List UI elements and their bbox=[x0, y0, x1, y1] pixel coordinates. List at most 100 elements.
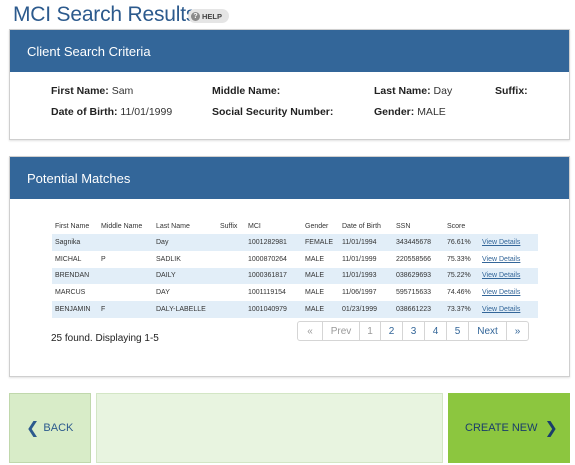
column-header[interactable]: Date of Birth bbox=[339, 218, 393, 234]
view-details-cell: View Details bbox=[479, 301, 538, 318]
last-name-cell: DAILY bbox=[153, 267, 217, 285]
ssn-cell: 343445678 bbox=[393, 234, 444, 251]
gender-label: Gender: bbox=[374, 106, 415, 118]
mci-cell: 1001282981 bbox=[245, 234, 302, 251]
ssn-cell: 038629693 bbox=[393, 267, 444, 285]
help-button[interactable]: ? HELP bbox=[188, 9, 229, 23]
column-header[interactable]: Gender bbox=[302, 218, 339, 234]
column-header[interactable]: Middle Name bbox=[98, 218, 153, 234]
column-header[interactable]: Suffix bbox=[217, 218, 245, 234]
suffix-label: Suffix: bbox=[495, 85, 528, 97]
view-details-link[interactable]: View Details bbox=[482, 289, 520, 296]
gender-cell: FEMALE bbox=[302, 234, 339, 251]
mci-cell: 1001040979 bbox=[245, 301, 302, 318]
column-header[interactable]: First Name bbox=[52, 218, 98, 234]
column-header bbox=[479, 218, 538, 234]
footer-spacer bbox=[96, 393, 443, 463]
suffix-cell bbox=[217, 234, 245, 251]
page-title: MCI Search Results bbox=[13, 3, 197, 26]
view-details-cell: View Details bbox=[479, 251, 538, 268]
view-details-link[interactable]: View Details bbox=[482, 306, 520, 313]
chevron-left-icon: ❮ bbox=[26, 420, 40, 437]
score-cell: 74.46% bbox=[447, 289, 471, 297]
view-details-link[interactable]: View Details bbox=[482, 256, 520, 263]
middle-name-field: Middle Name: bbox=[212, 85, 280, 97]
create-new-button-label: CREATE NEW bbox=[465, 422, 538, 434]
suffix-field: Suffix: bbox=[495, 85, 528, 97]
middle-name-label: Middle Name: bbox=[212, 85, 281, 97]
dob-cell: 11/01/1999 bbox=[342, 255, 377, 263]
page-5-button[interactable]: 5 bbox=[446, 322, 468, 340]
score-cell: 75.22% bbox=[444, 267, 479, 285]
client-search-criteria-panel: Client Search Criteria First Name: Sam M… bbox=[9, 29, 570, 140]
matches-panel-title: Potential Matches bbox=[10, 157, 569, 199]
gender-field: Gender: MALE bbox=[374, 106, 446, 118]
first-name-cell: Sagnika bbox=[52, 234, 98, 251]
column-header[interactable]: Score bbox=[444, 218, 479, 234]
last-name-field: Last Name: Day bbox=[374, 85, 452, 97]
pagination: « Prev 1 2 3 4 5 Next » bbox=[297, 321, 529, 341]
gender-cell: MALE bbox=[302, 267, 339, 285]
mci-cell: 1000870264 bbox=[248, 255, 287, 263]
create-new-button[interactable]: CREATE NEW ❯ bbox=[448, 393, 570, 463]
page-2-button[interactable]: 2 bbox=[380, 322, 402, 340]
first-name-cell: MICHAL bbox=[55, 255, 82, 263]
table-header-row: First Name Middle Name Last Name Suffix … bbox=[52, 218, 538, 234]
middle-name-cell bbox=[98, 234, 153, 251]
gender-cell: MALE bbox=[305, 255, 325, 263]
view-details-cell: View Details bbox=[479, 267, 538, 285]
suffix-cell bbox=[217, 267, 245, 285]
page-4-button[interactable]: 4 bbox=[424, 322, 446, 340]
last-name-cell: Day bbox=[153, 234, 217, 251]
middle-name-cell bbox=[98, 284, 153, 301]
chevron-right-icon: ❯ bbox=[544, 420, 558, 437]
mci-cell: 1000361817 bbox=[245, 267, 302, 285]
column-header[interactable]: Last Name bbox=[153, 218, 217, 234]
last-name-cell: DAY bbox=[156, 289, 170, 297]
view-details-cell: View Details bbox=[479, 234, 538, 251]
ssn-cell: 595715633 bbox=[396, 289, 432, 297]
view-details-cell: View Details bbox=[479, 284, 538, 301]
first-name-cell: BRENDAN bbox=[52, 267, 98, 285]
prev-page-button[interactable]: Prev bbox=[322, 322, 359, 340]
dob-field: Date of Birth: 11/01/1999 bbox=[51, 106, 172, 118]
page-1-button[interactable]: 1 bbox=[359, 322, 380, 340]
gender-cell: MALE bbox=[305, 289, 325, 297]
table-row: Sagnika Day 1001282981 FEMALE 11/01/1994… bbox=[52, 234, 538, 251]
next-page-button[interactable]: Next bbox=[468, 322, 506, 340]
first-name-cell: MARCUS bbox=[55, 289, 86, 297]
gender-value: MALE bbox=[417, 106, 446, 118]
table-row: MARCUS DAY 1001119154 MALE 11/06/1997 59… bbox=[52, 284, 538, 301]
suffix-cell bbox=[217, 251, 245, 268]
score-cell: 75.33% bbox=[447, 255, 471, 263]
table-row: BENJAMIN F DALY-LABELLE 1001040979 MALE … bbox=[52, 301, 538, 318]
last-page-button[interactable]: » bbox=[506, 322, 528, 340]
score-cell: 73.37% bbox=[444, 301, 479, 318]
dob-cell: 11/01/1993 bbox=[339, 267, 393, 285]
first-name-value: Sam bbox=[111, 85, 134, 97]
first-name-label: First Name: bbox=[51, 85, 109, 97]
suffix-cell bbox=[217, 284, 245, 301]
first-name-field: First Name: Sam bbox=[51, 85, 133, 97]
column-header[interactable]: MCI bbox=[245, 218, 302, 234]
last-name-value: Day bbox=[433, 85, 453, 97]
dob-label: Date of Birth: bbox=[51, 106, 118, 118]
last-name-cell: SADLIK bbox=[156, 255, 181, 263]
criteria-panel-title: Client Search Criteria bbox=[10, 30, 569, 72]
help-icon: ? bbox=[191, 11, 200, 21]
mci-cell: 1001119154 bbox=[248, 289, 286, 297]
view-details-link[interactable]: View Details bbox=[482, 272, 520, 279]
help-label: HELP bbox=[202, 11, 223, 21]
back-button-label: BACK bbox=[43, 422, 74, 434]
page-3-button[interactable]: 3 bbox=[402, 322, 424, 340]
back-button[interactable]: ❮ BACK bbox=[9, 393, 91, 463]
last-name-label: Last Name: bbox=[374, 85, 431, 97]
column-header[interactable]: SSN bbox=[393, 218, 444, 234]
potential-matches-panel: Potential Matches First Name Middle Name… bbox=[9, 156, 570, 377]
results-count: 25 found. Displaying 1-5 bbox=[51, 333, 159, 344]
ssn-cell: 038661223 bbox=[393, 301, 444, 318]
ssn-label: Social Security Number: bbox=[212, 106, 334, 118]
first-page-button[interactable]: « bbox=[298, 322, 322, 340]
first-name-cell: BENJAMIN bbox=[52, 301, 98, 318]
view-details-link[interactable]: View Details bbox=[482, 239, 520, 246]
